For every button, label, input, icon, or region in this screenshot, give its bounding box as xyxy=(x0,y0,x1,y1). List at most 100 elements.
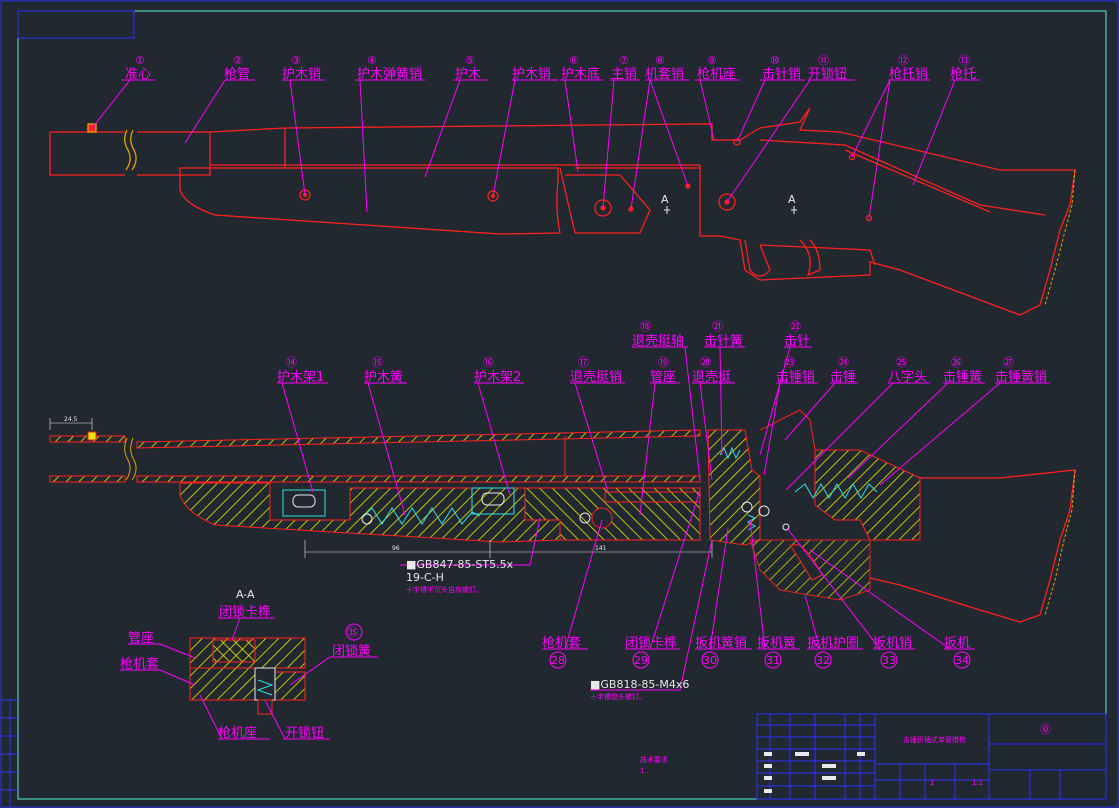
callout-21-label: 击针簧 xyxy=(704,333,743,349)
callout-19-num: ⑲ xyxy=(658,356,669,369)
section-mark-a-right: A xyxy=(788,193,797,214)
callout-16-label: 护木架2 xyxy=(474,370,521,385)
callout-23-label: 击锤销 xyxy=(776,370,815,385)
callout-20-num: ⑳ xyxy=(700,356,711,369)
screw-note-2: ■GB818-85-M4x6 十字槽盘头螺钉。 xyxy=(590,678,689,701)
callout-4: ④ 护木弹簧销 xyxy=(357,54,422,82)
callout-4-label: 护木弹簧销 xyxy=(357,66,422,82)
tech-req-body: 1.. xyxy=(640,767,649,775)
callout-30-num: 30 xyxy=(703,654,717,667)
callout-34-num: 34 xyxy=(955,654,969,667)
section-mark-a-left-label: A xyxy=(661,193,669,206)
callout-12-label: 枪托销 xyxy=(889,66,928,82)
section-label-lock-lug: 闭锁卡榫 xyxy=(219,604,271,620)
callout-21-num: ㉑ xyxy=(712,320,723,333)
top-callouts: ① 准心 ② 枪管 ③ 护木销 ④ 护木弹簧销 ⑤ 护木 护木销 ⑥ 护木底 ⑦… xyxy=(125,54,976,82)
callout-5-label: 护木 xyxy=(455,67,481,82)
callout-7-label: 主销 xyxy=(611,67,637,82)
callout-24-num: ㉔ xyxy=(838,356,849,369)
callout-17-num: ⑰ xyxy=(578,356,589,369)
callout-15-label: 护木簧 xyxy=(364,369,403,385)
title-block-qty: 1 xyxy=(930,779,934,787)
cad-drawing-canvas: A A ① 准心 ② 枪管 ③ 护木销 ④ 护木弹簧销 ⑤ 护木 护木销 ⑥ 护… xyxy=(0,0,1119,808)
callout-7-num: ⑦ xyxy=(619,54,629,67)
section-a-a-title: A-A xyxy=(236,588,255,601)
top-leaders xyxy=(91,79,980,219)
callout-5b-label: 护木销 xyxy=(512,67,551,82)
callout-28-label: 枪机套 xyxy=(542,635,581,651)
screw-note-1-line1: ■GB847-85-ST5.5x xyxy=(406,558,514,571)
callout-18-num: ⑱ xyxy=(640,320,651,333)
bottom-number-circles xyxy=(549,651,971,669)
callout-12-num: ⑫ xyxy=(898,54,909,67)
section-label-tube-seat: 管座 xyxy=(128,631,154,646)
callout-13-num: ⑬ xyxy=(959,54,970,67)
title-block-sheet-mark: ⓪ xyxy=(1040,723,1051,736)
section-mark-a-left: A xyxy=(661,193,670,214)
callout-25-label: 八字头 xyxy=(888,370,927,385)
callout-30-label: 扳机簧销 xyxy=(695,635,747,651)
middle-view-section: 24.5 96 141 xyxy=(49,409,1076,623)
callout-6-label: 护木底 xyxy=(561,66,600,82)
callout-11: ⑪ 开锁钮 xyxy=(808,54,847,82)
callout-22-label: 击针 xyxy=(784,334,810,349)
callout-10: ⑩ 击针销 xyxy=(762,54,801,82)
screw-note-1-line3: 十字槽半沉头自攻螺钉。 xyxy=(406,585,483,594)
callout-25-num: ㉕ xyxy=(896,356,907,369)
callout-11-num: ⑪ xyxy=(818,54,829,67)
section-label-receiver-sleeve: 枪机套 xyxy=(120,656,159,672)
section-label-unlock-button: 开锁钮 xyxy=(285,725,324,741)
callout-26-label: 击锤簧 xyxy=(943,369,982,385)
section-mark-a-right-label: A xyxy=(788,193,796,206)
callout-13: ⑬ 枪托 xyxy=(950,54,976,82)
callout-1-label: 准心 xyxy=(125,67,151,82)
callout-3-label: 护木销 xyxy=(282,67,321,82)
section-num-35: ㉟ xyxy=(347,626,358,639)
callout-3: ③ 护木销 xyxy=(282,54,321,82)
callout-9-num: ⑨ xyxy=(707,54,717,67)
callout-29-label: 闭锁卡榫 xyxy=(625,635,677,651)
title-block-drawing-name: 击锤折插式单管猎枪 xyxy=(903,735,966,744)
callout-27-num: ㉗ xyxy=(1003,356,1014,369)
section-a-a-view: A-A 闭锁卡榫 管座 枪机套 枪机座 开锁钮 ㉟ 闭锁簧 xyxy=(120,588,378,741)
tech-requirements: 技术要求 1.. xyxy=(640,755,668,775)
bottom-callouts: 枪机套 28 闭锁卡榫 29 扳机簧销 30 扳机簧 31 扳机护圈 32 扳机… xyxy=(542,635,970,667)
callout-18-label: 退壳挺轴 xyxy=(632,334,684,349)
callout-3-num: ③ xyxy=(291,54,301,67)
callout-11-label: 开锁钮 xyxy=(808,66,847,82)
screw-note-1: ■GB847-85-ST5.5x 19-C-H 十字槽半沉头自攻螺钉。 xyxy=(406,558,514,594)
callout-23-num: ㉓ xyxy=(784,356,795,369)
dim-96: 96 xyxy=(392,545,400,552)
drawing-frame xyxy=(0,0,1119,808)
callout-22-num: ㉒ xyxy=(790,320,801,333)
callout-33-label: 扳机销 xyxy=(873,635,912,651)
callout-17-label: 退壳挺销 xyxy=(570,370,622,385)
callout-13-label: 枪托 xyxy=(950,66,976,82)
dim-141: 141 xyxy=(595,545,607,552)
callout-5b: 护木销 xyxy=(512,67,551,82)
section-label-lock-spring: 闭锁簧 xyxy=(332,643,371,659)
callout-19-label: 管座 xyxy=(650,370,676,385)
callout-34-label: 扳机 xyxy=(944,635,970,651)
title-block-scale: 1:1 xyxy=(972,779,983,787)
callout-2-num: ② xyxy=(233,54,243,67)
callout-20-label: 退壳挺 xyxy=(692,370,731,385)
callout-31-num: 31 xyxy=(766,654,780,667)
callout-6-num: ⑥ xyxy=(569,54,579,67)
callout-10-label: 击针销 xyxy=(762,67,801,82)
middle-callouts: ⑭ 护木架1 ⑮ 护木簧 ⑯ 护木架2 ⑰ 退壳挺销 ⑱ 退壳挺轴 ⑲ 管座 ⑳… xyxy=(277,320,1047,385)
screw-note-1-line2: 19-C-H xyxy=(406,571,444,584)
callout-9: ⑨ 枪机座 xyxy=(697,54,736,82)
callout-5: ⑤ 护木 xyxy=(455,54,481,82)
callout-9-label: 枪机座 xyxy=(697,66,736,82)
callout-1: ① 准心 xyxy=(125,54,151,82)
section-label-receiver: 枪机座 xyxy=(218,725,257,741)
callout-32-label: 扳机护圈 xyxy=(807,635,859,651)
callout-16-num: ⑯ xyxy=(483,356,494,369)
dim-front-sight: 24.5 xyxy=(64,416,78,423)
callout-2: ② 枪管 xyxy=(224,54,250,82)
top-view-exterior xyxy=(49,107,1076,316)
callout-6: ⑥ 护木底 xyxy=(561,54,600,82)
callout-10-num: ⑩ xyxy=(770,54,780,67)
screw-note-2-line2: 十字槽盘头螺钉。 xyxy=(590,692,646,701)
